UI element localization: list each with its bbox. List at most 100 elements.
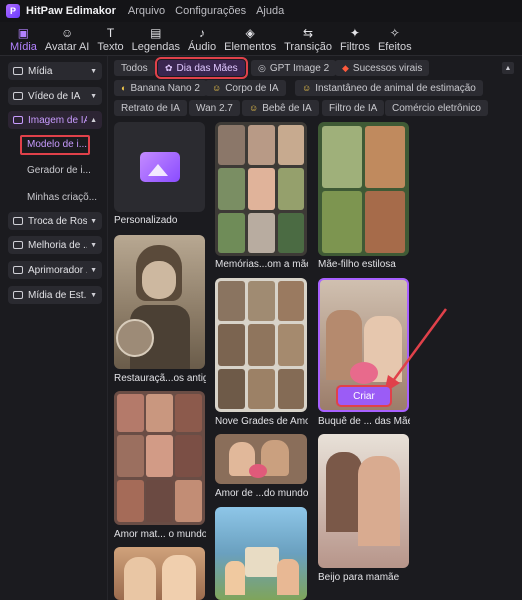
sidebar-item-midia[interactable]: Mídia ▼	[8, 62, 102, 80]
gpt-icon: ◎	[258, 62, 266, 73]
sidebar-item-melhoria[interactable]: Melhoria de ... ▼	[8, 236, 102, 254]
collage-cell	[117, 435, 144, 477]
tab-audio[interactable]: ♪ Áudio	[184, 21, 220, 55]
tab-efeitos[interactable]: ✧ Efeitos	[374, 21, 416, 55]
app-name: HitPaw Edimakor	[26, 5, 116, 17]
template-retrato-maes[interactable]	[114, 547, 205, 600]
template-restauracao[interactable]	[114, 235, 205, 369]
template-beijo[interactable]	[318, 434, 409, 568]
chevron-down-icon: ▼	[90, 241, 97, 249]
tab-label: Efeitos	[377, 41, 412, 53]
sidebar-item-aprimorador[interactable]: Aprimorador ...▼	[8, 261, 102, 279]
chip-filtro-ia[interactable]: Filtro de IA	[322, 100, 385, 116]
chip-wan[interactable]: Wan 2.7	[189, 100, 240, 116]
sidebar-item-label: Melhoria de ...	[28, 239, 88, 251]
grid-cell	[248, 213, 275, 253]
upscale-icon	[13, 266, 23, 274]
template-amor-mundo[interactable]	[215, 434, 307, 484]
old-photo-inset	[116, 319, 154, 357]
menu-arquivo[interactable]: Arquivo	[128, 5, 165, 17]
caption-amor-materno: Amor mat... o mundo	[114, 529, 206, 540]
tab-transicao[interactable]: ⇆ Transição	[280, 21, 336, 55]
grid-cell	[278, 125, 304, 165]
filters-icon: ✦	[349, 26, 360, 40]
tab-avatar-ai[interactable]: ☺ Avatar AI	[41, 21, 93, 55]
person-shape	[326, 452, 362, 532]
chip-todos[interactable]: Todos	[114, 60, 155, 76]
chip-comercio[interactable]: Comércio eletrônico	[385, 100, 488, 116]
transition-icon: ⇆	[303, 26, 314, 40]
criar-button[interactable]: Criar	[336, 385, 392, 407]
template-memorias[interactable]	[215, 122, 307, 256]
template-familia-casa[interactable]	[215, 507, 307, 600]
stock-icon	[13, 291, 23, 299]
sidebar-item-label: Mídia de Est...	[28, 289, 88, 301]
grid-cell	[218, 324, 245, 366]
tab-midia[interactable]: ▣ Mídia	[6, 21, 41, 55]
caption-buque: Buquê de ... das Mães	[318, 416, 410, 427]
template-nove-grades[interactable]	[215, 278, 307, 412]
sidebar-subitem-gerador[interactable]: Gerador de i...	[27, 165, 91, 176]
grid-cell	[278, 168, 304, 210]
chevron-down-icon: ▼	[90, 291, 97, 299]
effects-icon: ✧	[389, 26, 400, 40]
sidebar-item-midia-estoque[interactable]: Mídia de Est... ▼	[8, 286, 102, 304]
chip-retrato-ia[interactable]: Retrato de IA	[114, 100, 187, 116]
pointer-arrow-icon	[384, 308, 448, 393]
tab-elementos[interactable]: ◈ Elementos	[220, 21, 280, 55]
chip-dia-das-maes[interactable]: ✿ Dia das Mães	[155, 57, 248, 79]
chevron-up-icon[interactable]: ▲	[502, 62, 514, 74]
chip-bebe-ia[interactable]: ☺ Bebê de IA	[242, 100, 319, 116]
tab-texto[interactable]: T Texto	[93, 21, 127, 55]
caption-nove-grades: Nove Grades de Amor	[215, 416, 308, 427]
menu-ajuda[interactable]: Ajuda	[256, 5, 284, 17]
sidebar-item-troca-rosto[interactable]: Troca de Rost...▼	[8, 212, 102, 230]
sidebar-item-video-ia[interactable]: Vídeo de IA ▼	[8, 87, 102, 105]
main-toolbar: ▣ Mídia ☺ Avatar AI T Texto ▤ Legendas ♪ Áudi…	[0, 22, 522, 56]
tab-label: Elementos	[224, 41, 277, 53]
pet-icon: ☺	[302, 83, 312, 93]
collage-cell	[117, 394, 144, 432]
elements-icon: ◈	[245, 26, 255, 40]
grid-cell	[278, 324, 304, 366]
sidebar-item-label: Mídia	[28, 65, 53, 77]
chevron-down-icon: ▼	[90, 92, 97, 100]
grid-cell	[322, 126, 362, 188]
grid-cell	[218, 369, 245, 409]
sidebar-item-imagem-ia[interactable]: Imagem de IA ▲	[8, 111, 102, 129]
sidebar-subitem-minhas-criacoes[interactable]: Minhas criaçõ...	[27, 192, 97, 203]
portrait-face	[142, 261, 176, 299]
avatar-icon: ☺	[60, 26, 74, 40]
grid-cell	[248, 369, 275, 409]
text-icon: T	[106, 26, 115, 40]
person-shape	[358, 456, 400, 546]
tab-label: Filtros	[339, 41, 370, 53]
grid-cell	[278, 369, 304, 409]
chip-label: Dia das Mães	[176, 62, 238, 74]
caption-personalizado: Personalizado	[114, 215, 178, 226]
face-shape	[124, 557, 156, 600]
chip-sucessos-virais[interactable]: ◆ Sucessos virais	[335, 60, 430, 76]
menu-configuracoes[interactable]: Configurações	[175, 5, 246, 17]
template-personalizado[interactable]	[114, 122, 205, 212]
grid-cell	[322, 191, 362, 253]
sidebar-subitem-modelo[interactable]: Modelo de i...	[20, 135, 90, 155]
grid-cell	[218, 168, 245, 210]
tab-legendas[interactable]: ▤ Legendas	[128, 21, 184, 55]
sidebar-item-label: Imagem de IA	[28, 114, 88, 126]
grid-cell	[278, 213, 304, 253]
sparkle-icon: ✿	[165, 62, 173, 73]
template-mae-filho[interactable]	[318, 122, 409, 256]
tab-label: Avatar AI	[44, 41, 90, 53]
sidebar-item-label: Aprimorador ...	[28, 264, 87, 276]
baby-icon: ☺	[249, 103, 259, 113]
subtitles-icon: ▤	[150, 26, 162, 40]
tab-filtros[interactable]: ✦ Filtros	[336, 21, 374, 55]
chip-instantaneo-animal[interactable]: ☺ Instantâneo de animal de estimação	[295, 80, 483, 96]
face-swap-icon	[13, 217, 23, 225]
grid-cell	[278, 281, 304, 321]
chip-banana-nano[interactable]: ◐ Banana Nano 2	[114, 80, 207, 96]
template-amor-materno[interactable]	[114, 391, 205, 525]
chip-corpo-ia[interactable]: ☺ Corpo de IA	[205, 80, 286, 96]
chip-gpt-image[interactable]: ◎ GPT Image 2	[251, 60, 337, 76]
